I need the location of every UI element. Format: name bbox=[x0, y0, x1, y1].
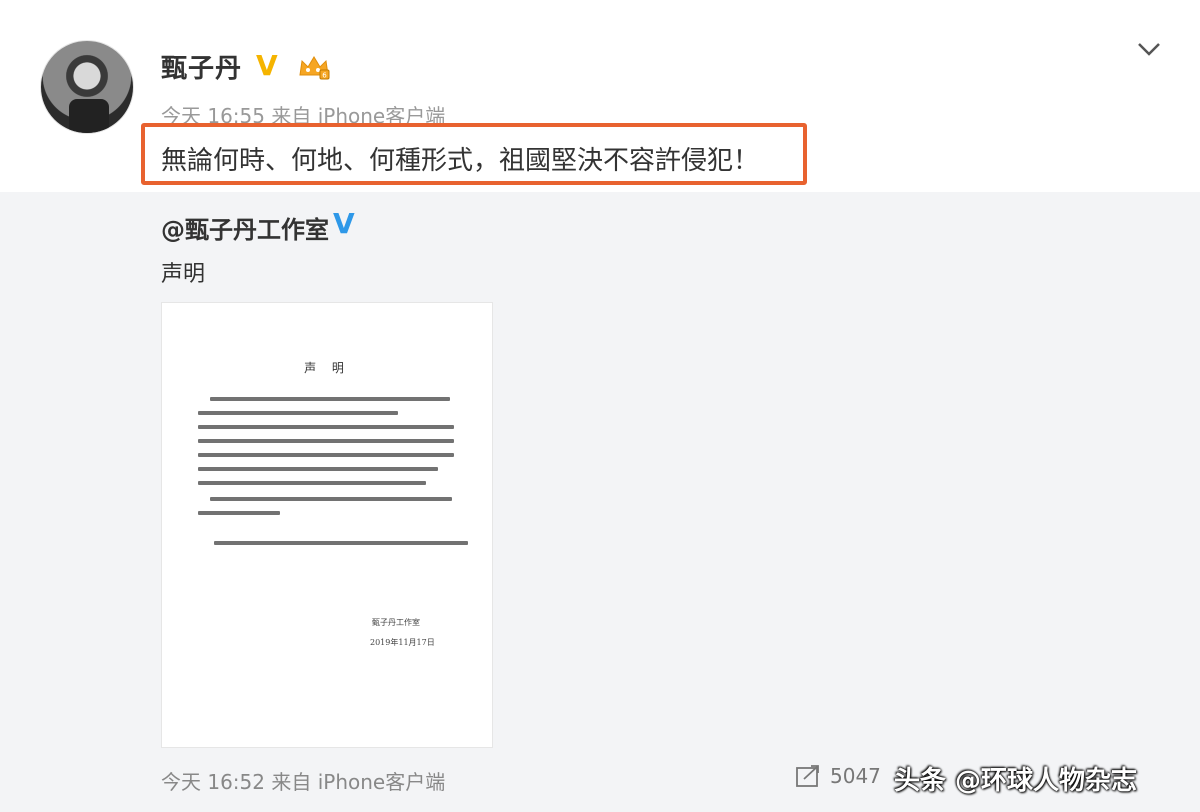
share-count: 5047 bbox=[830, 764, 881, 788]
document-text-line bbox=[210, 497, 452, 501]
repost-author[interactable]: @甄子丹工作室 bbox=[161, 210, 329, 245]
document-text-line bbox=[198, 511, 280, 515]
document-text-line bbox=[210, 397, 450, 401]
username[interactable]: 甄子丹 bbox=[161, 48, 242, 85]
avatar[interactable] bbox=[40, 40, 134, 134]
document-text-line bbox=[198, 481, 426, 485]
document-title: 声 明 bbox=[304, 361, 350, 375]
verified-v-icon: V bbox=[333, 207, 355, 240]
statement-image[interactable]: 声 明 甄子丹工作室 2019年11月17日 bbox=[161, 302, 493, 748]
svg-text:6: 6 bbox=[322, 72, 327, 80]
document-text-line bbox=[198, 453, 454, 457]
document-text-line bbox=[198, 425, 454, 429]
share-action[interactable]: 5047 bbox=[794, 764, 881, 788]
weibo-post: 甄子丹 V 6 今天 16:55 来自 iPhone客户端 無論何時、何地、何種… bbox=[0, 0, 1200, 812]
watermark: 头条 @环球人物杂志 bbox=[894, 766, 1138, 796]
chevron-down-icon[interactable] bbox=[1135, 35, 1163, 63]
document-text-line bbox=[198, 439, 454, 443]
verified-v-icon: V bbox=[256, 49, 278, 82]
post-text: 無論何時、何地、何種形式，祖國堅決不容許侵犯！ bbox=[161, 146, 760, 176]
crown-badge-icon: 6 bbox=[299, 56, 330, 80]
document-date: 2019年11月17日 bbox=[370, 638, 435, 647]
share-icon[interactable] bbox=[794, 764, 822, 788]
document-text-line bbox=[198, 411, 398, 415]
repost-meta: 今天 16:52 来自 iPhone客户端 bbox=[161, 770, 446, 794]
repost-text: 声明 bbox=[161, 262, 206, 287]
document-text-line bbox=[214, 541, 468, 545]
document-text-line bbox=[198, 467, 438, 471]
document-closing: 甄子丹工作室 bbox=[372, 618, 420, 627]
